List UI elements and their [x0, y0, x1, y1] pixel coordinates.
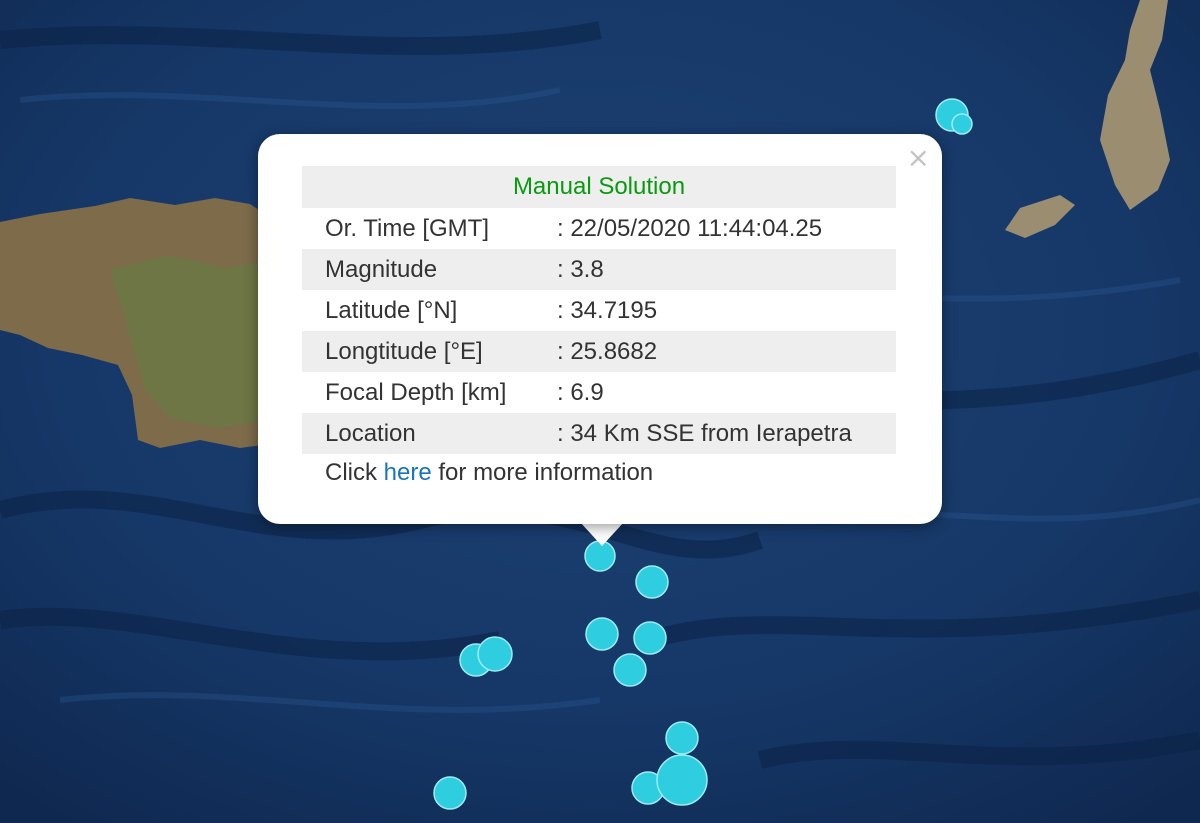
more-info-text: Click here for more information [325, 459, 653, 487]
row-label: Focal Depth [km] [325, 378, 507, 406]
table-row: Longtitude [°E] : 25.8682 [302, 331, 896, 372]
earthquake-marker[interactable] [633, 621, 667, 655]
earthquake-marker[interactable] [433, 776, 467, 810]
close-icon[interactable]: × [907, 144, 930, 172]
more-info-link[interactable]: here [384, 459, 432, 486]
earthquake-info-table: Manual Solution Or. Time [GMT] : 22/05/2… [302, 166, 896, 454]
earthquake-marker[interactable] [635, 565, 669, 599]
earthquake-marker[interactable] [613, 653, 647, 687]
info-suffix: for more information [438, 459, 654, 486]
row-value: : 3.8 [557, 249, 896, 290]
table-row: Location : 34 Km SSE from Ierapetra [302, 413, 896, 454]
table-row: Focal Depth [km] : 6.9 [302, 372, 896, 413]
table-row: Magnitude : 3.8 [302, 249, 896, 290]
row-label: Location [302, 413, 557, 454]
row-label: Latitude [°N] [325, 296, 458, 324]
earthquake-marker[interactable] [951, 113, 973, 135]
row-value: : 25.8682 [557, 331, 896, 372]
earthquake-marker[interactable] [585, 617, 619, 651]
row-label: Or. Time [GMT] [325, 214, 490, 242]
table-row: Latitude [°N] : 34.7195 [302, 290, 896, 331]
table-row: Or. Time [GMT] : 22/05/2020 11:44:04.25 [302, 208, 896, 249]
row-value: : 34.7195 [557, 296, 658, 324]
row-label: Longtitude [°E] [302, 331, 557, 372]
popup-tip [580, 522, 624, 546]
earthquake-popup: × Manual Solution Or. Time [GMT] : 22/05… [258, 134, 942, 524]
earthquake-marker[interactable] [665, 721, 699, 755]
popup-header: Manual Solution [302, 166, 896, 208]
info-prefix: Click [325, 459, 377, 486]
earthquake-marker[interactable] [477, 636, 513, 672]
earthquake-marker[interactable] [656, 754, 708, 806]
row-value: : 6.9 [557, 378, 604, 406]
row-value: : 34 Km SSE from Ierapetra [557, 413, 896, 454]
row-label: Magnitude [302, 249, 557, 290]
row-value: : 22/05/2020 11:44:04.25 [557, 214, 823, 242]
